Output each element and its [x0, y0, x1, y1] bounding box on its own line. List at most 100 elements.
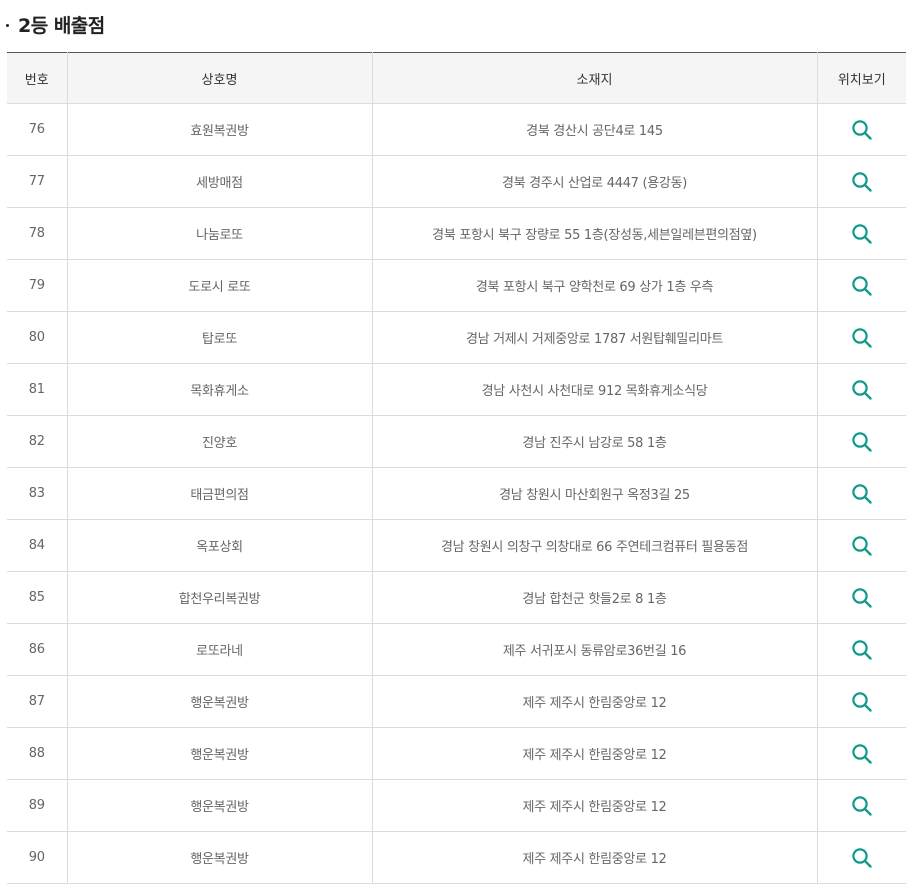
store-name: 태금편의점 — [66, 467, 372, 520]
store-name: 도로시 로또 — [66, 259, 372, 312]
location-cell — [816, 415, 906, 468]
row-number: 88 — [7, 727, 67, 780]
store-name: 행운복권방 — [66, 727, 372, 780]
store-name: 효원복권방 — [66, 103, 372, 156]
location-cell — [816, 155, 906, 208]
store-name: 행운복권방 — [66, 831, 372, 884]
store-address: 경남 거제시 거제중앙로 1787 서원탑훼밀리마트 — [371, 311, 817, 364]
store-address: 경북 경주시 산업로 4447 (용강동) — [371, 155, 817, 208]
table-row: 86 로또라네 제주 서귀포시 동류암로36번길 16 — [7, 623, 906, 676]
location-cell — [816, 363, 906, 416]
store-address: 경남 합천군 핫들2로 8 1층 — [371, 571, 817, 624]
store-address: 경남 사천시 사천대로 912 목화휴게소식당 — [371, 363, 817, 416]
store-address: 경남 창원시 마산회원구 옥정3길 25 — [371, 467, 817, 520]
table-row: 76 효원복권방 경북 경산시 공단4로 145 — [7, 103, 906, 156]
view-location-button[interactable] — [847, 115, 877, 145]
view-location-button[interactable] — [847, 739, 877, 769]
search-icon — [852, 223, 872, 244]
store-address: 제주 제주시 한림중앙로 12 — [371, 727, 817, 780]
store-name: 합천우리복권방 — [66, 571, 372, 624]
winning-stores-table: 번호 상호명 소재지 위치보기 76 효원복권방 경북 경산시 공단4로 145 77… — [7, 52, 906, 884]
store-name: 옥포상회 — [66, 519, 372, 572]
column-header-number: 번호 — [7, 52, 67, 104]
search-icon — [852, 483, 872, 504]
row-number: 85 — [7, 571, 67, 624]
search-icon — [852, 275, 872, 296]
row-number: 81 — [7, 363, 67, 416]
location-cell — [816, 779, 906, 832]
location-cell — [816, 727, 906, 780]
location-cell — [816, 571, 906, 624]
view-location-button[interactable] — [847, 271, 877, 301]
table-row: 82 진양호 경남 진주시 남강로 58 1층 — [7, 415, 906, 468]
location-cell — [816, 311, 906, 364]
view-location-button[interactable] — [847, 583, 877, 613]
location-cell — [816, 831, 906, 884]
view-location-button[interactable] — [847, 635, 877, 665]
store-address: 경남 진주시 남강로 58 1층 — [371, 415, 817, 468]
search-icon — [852, 119, 872, 140]
search-icon — [852, 847, 872, 868]
store-address: 제주 제주시 한림중앙로 12 — [371, 675, 817, 728]
location-cell — [816, 467, 906, 520]
table-body: 76 효원복권방 경북 경산시 공단4로 145 77 세방매점 경북 경주시 산업로 4… — [7, 103, 906, 884]
row-number: 82 — [7, 415, 67, 468]
section-title: 2등 배출점 — [6, 8, 105, 40]
view-location-button[interactable] — [847, 791, 877, 821]
row-number: 87 — [7, 675, 67, 728]
store-name: 탑로또 — [66, 311, 372, 364]
row-number: 86 — [7, 623, 67, 676]
table-row: 84 옥포상회 경남 창원시 의창구 의창대로 66 주연테크컴퓨터 필용동점 — [7, 519, 906, 572]
row-number: 89 — [7, 779, 67, 832]
section-title-text: 2등 배출점 — [18, 14, 105, 37]
location-cell — [816, 207, 906, 260]
store-name: 진양호 — [66, 415, 372, 468]
store-address: 경남 창원시 의창구 의창대로 66 주연테크컴퓨터 필용동점 — [371, 519, 817, 572]
search-icon — [852, 691, 872, 712]
store-name: 로또라네 — [66, 623, 372, 676]
table-row: 78 나눔로또 경북 포항시 북구 장량로 55 1층(장성동,세븐일레븐편의점옆) — [7, 207, 906, 260]
column-header-name: 상호명 — [66, 52, 372, 104]
store-name: 행운복권방 — [66, 779, 372, 832]
view-location-button[interactable] — [847, 323, 877, 353]
row-number: 84 — [7, 519, 67, 572]
search-icon — [852, 587, 872, 608]
search-icon — [852, 639, 872, 660]
table-row: 81 목화휴게소 경남 사천시 사천대로 912 목화휴게소식당 — [7, 363, 906, 416]
search-icon — [852, 535, 872, 556]
store-address: 경북 포항시 북구 장량로 55 1층(장성동,세븐일레븐편의점옆) — [371, 207, 817, 260]
view-location-button[interactable] — [847, 167, 877, 197]
store-name: 나눔로또 — [66, 207, 372, 260]
view-location-button[interactable] — [847, 375, 877, 405]
search-icon — [852, 327, 872, 348]
store-address: 제주 서귀포시 동류암로36번길 16 — [371, 623, 817, 676]
table-row: 79 도로시 로또 경북 포항시 북구 양학천로 69 상가 1층 우측 — [7, 259, 906, 312]
store-name: 목화휴게소 — [66, 363, 372, 416]
view-location-button[interactable] — [847, 687, 877, 717]
store-name: 세방매점 — [66, 155, 372, 208]
row-number: 78 — [7, 207, 67, 260]
row-number: 79 — [7, 259, 67, 312]
view-location-button[interactable] — [847, 531, 877, 561]
title-bullet — [6, 23, 9, 27]
row-number: 76 — [7, 103, 67, 156]
row-number: 83 — [7, 467, 67, 520]
location-cell — [816, 623, 906, 676]
view-location-button[interactable] — [847, 427, 877, 457]
view-location-button[interactable] — [847, 479, 877, 509]
search-icon — [852, 743, 872, 764]
row-number: 90 — [7, 831, 67, 884]
store-address: 경북 경산시 공단4로 145 — [371, 103, 817, 156]
row-number: 77 — [7, 155, 67, 208]
view-location-button[interactable] — [847, 843, 877, 873]
store-address: 제주 제주시 한림중앙로 12 — [371, 831, 817, 884]
location-cell — [816, 259, 906, 312]
column-header-location: 위치보기 — [816, 52, 906, 104]
table-header-row: 번호 상호명 소재지 위치보기 — [7, 52, 906, 104]
search-icon — [852, 795, 872, 816]
location-cell — [816, 675, 906, 728]
location-cell — [816, 103, 906, 156]
table-row: 77 세방매점 경북 경주시 산업로 4447 (용강동) — [7, 155, 906, 208]
view-location-button[interactable] — [847, 219, 877, 249]
store-name: 행운복권방 — [66, 675, 372, 728]
